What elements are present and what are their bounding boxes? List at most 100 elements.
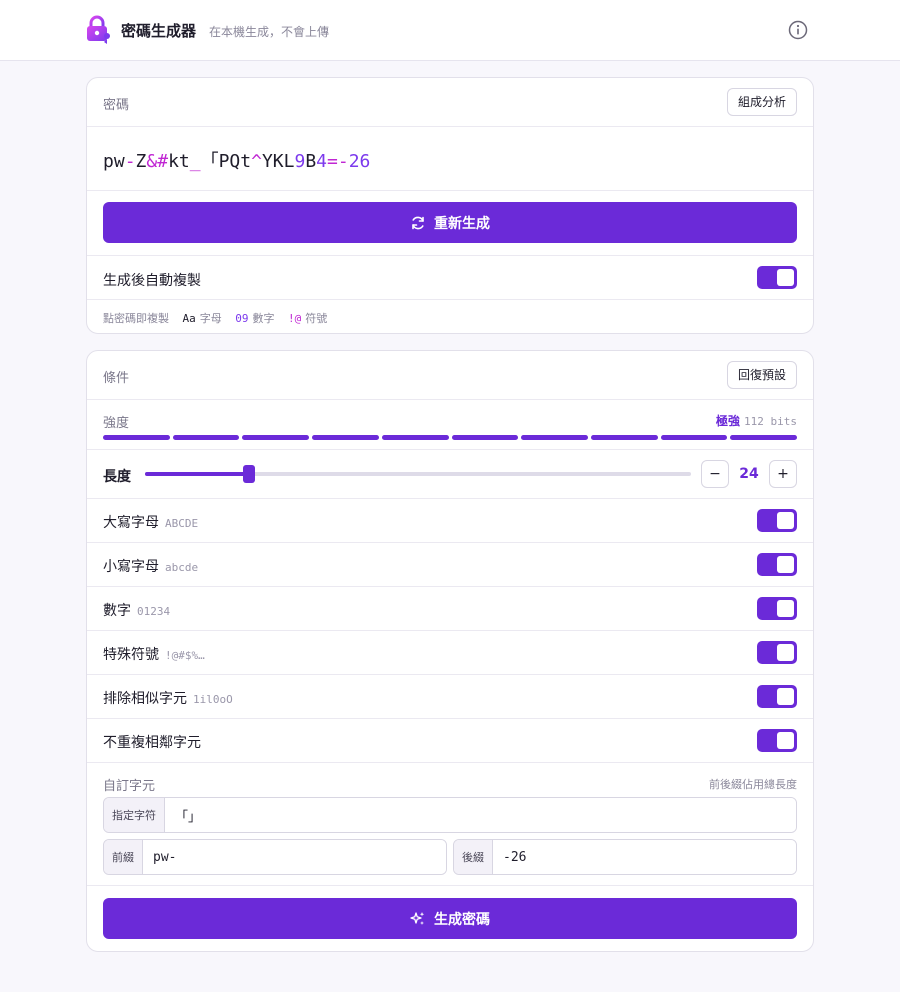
strength-segment xyxy=(590,435,658,440)
conditions-section-label: 條件 xyxy=(103,371,130,386)
suffix-field: 後綴 xyxy=(453,839,797,875)
password-segment-letter: YKL xyxy=(261,151,295,172)
length-label: 長度 xyxy=(103,469,131,485)
custom-chars-label: 自訂字元 xyxy=(103,779,156,794)
strength-value: 極強 112 bits xyxy=(716,412,797,429)
conditions-header: 條件 回復預設 xyxy=(87,351,813,400)
regenerate-button[interactable]: 重新生成 xyxy=(103,202,797,243)
length-value: 24 xyxy=(739,466,759,482)
prefix-addon: 前綴 xyxy=(104,840,143,874)
sparkles-icon xyxy=(410,911,425,925)
option-label-text: 數字 xyxy=(103,603,131,619)
app-subtitle: 在本機生成，不會上傳 xyxy=(209,25,330,39)
conditions-card: 條件 回復預設 強度 極強 112 bits 長度 − 24 + 大寫字母 ABCD… xyxy=(86,350,814,952)
length-row: 長度 − 24 + xyxy=(87,450,813,499)
option-label: 數字 01234 xyxy=(103,600,170,620)
legend: 點密碼即複製 Aa 字母 09 數字 !@ 符號 xyxy=(103,310,327,326)
password-segment-letter: Z xyxy=(135,151,147,172)
suffix-input[interactable] xyxy=(493,840,796,874)
length-slider[interactable] xyxy=(145,465,691,483)
symbols-label: 符號 xyxy=(305,312,328,325)
option-hint: 01234 xyxy=(137,605,171,618)
password-card: 密碼 組成分析 pw-Z&#kt_「PQt^YKL9B4=-26 重新生成 生成… xyxy=(86,77,814,334)
strength-row: 強度 極強 112 bits xyxy=(87,400,813,450)
app-title: 密碼生成器 xyxy=(121,22,197,40)
password-segment-sym: _ xyxy=(189,151,201,172)
strength-segment xyxy=(381,435,449,440)
password-section-label: 密碼 xyxy=(103,98,130,113)
password-display-row: pw-Z&#kt_「PQt^YKL9B4=-26 xyxy=(87,127,813,191)
password-segment-sym: &# xyxy=(146,151,169,172)
password-text[interactable]: pw-Z&#kt_「PQt^YKL9B4=-26 xyxy=(103,147,370,173)
strength-meter xyxy=(103,435,798,440)
symbols-key: !@ xyxy=(288,312,302,325)
prefix-input[interactable] xyxy=(143,840,446,874)
regenerate-label: 重新生成 xyxy=(434,215,490,232)
option-row: 數字 01234 xyxy=(87,587,813,631)
option-label: 小寫字母 abcde xyxy=(103,556,198,576)
option-toggle[interactable] xyxy=(757,553,797,576)
composition-analysis-button[interactable]: 組成分析 xyxy=(726,88,797,116)
strength-segment xyxy=(103,435,170,440)
divider xyxy=(87,885,813,886)
password-segment-letter: B xyxy=(305,151,317,172)
auto-copy-row: 生成後自動複製 xyxy=(87,255,813,300)
length-slider-thumb[interactable] xyxy=(242,465,255,483)
strength-segment xyxy=(730,435,798,440)
option-row: 排除相似字元 1il0oO xyxy=(87,675,813,719)
option-label: 大寫字母 ABCDE xyxy=(103,512,198,532)
option-label-text: 小寫字母 xyxy=(103,559,159,575)
password-segment-num: 9 xyxy=(294,151,306,172)
strength-segment xyxy=(660,435,728,440)
strength-segment xyxy=(312,435,379,440)
lock-logo-icon xyxy=(87,15,110,44)
option-toggle[interactable] xyxy=(757,597,797,620)
option-hint: !@#$%… xyxy=(165,649,205,662)
password-segment-num: 4 xyxy=(316,151,327,172)
option-toggle[interactable] xyxy=(757,509,797,532)
option-toggle[interactable] xyxy=(757,685,797,708)
auto-copy-toggle[interactable] xyxy=(757,266,797,289)
option-toggle[interactable] xyxy=(757,729,797,752)
length-decrease-button[interactable]: − xyxy=(701,460,729,488)
option-row: 不重複相鄰字元 xyxy=(87,719,813,763)
letters-label: 字母 xyxy=(199,312,222,325)
password-header: 密碼 組成分析 xyxy=(87,78,813,127)
auto-copy-label: 生成後自動複製 xyxy=(103,273,201,289)
option-toggle[interactable] xyxy=(757,641,797,664)
password-segment-sym: - xyxy=(124,151,136,172)
option-label-text: 大寫字母 xyxy=(103,515,159,531)
password-segment-sym: ^ xyxy=(251,151,262,172)
strength-segment xyxy=(521,435,588,440)
option-row: 大寫字母 ABCDE xyxy=(87,499,813,543)
length-increase-button[interactable]: + xyxy=(769,460,797,488)
option-label: 排除相似字元 1il0oO xyxy=(103,688,233,708)
refresh-icon xyxy=(412,216,424,229)
strength-segment xyxy=(242,435,310,440)
prefix-field: 前綴 xyxy=(103,839,447,875)
strength-segment xyxy=(172,435,240,440)
option-hint: abcde xyxy=(165,561,199,574)
suffix-addon: 後綴 xyxy=(454,840,493,874)
info-icon[interactable] xyxy=(787,19,809,41)
generate-password-button[interactable]: 生成密碼 xyxy=(103,898,797,939)
password-segment-letter: 「PQt xyxy=(200,151,252,172)
option-row: 特殊符號 !@#$%… xyxy=(87,631,813,675)
strength-label: 強度 xyxy=(103,416,130,431)
option-hint: ABCDE xyxy=(165,517,199,530)
password-segment-sym: =- xyxy=(327,151,349,172)
option-row: 小寫字母 abcde xyxy=(87,543,813,587)
specified-chars-field: 指定字符 xyxy=(103,797,797,833)
option-label-text: 特殊符號 xyxy=(103,647,159,663)
specified-chars-input[interactable] xyxy=(165,798,796,832)
password-segment-letter: kt xyxy=(168,151,190,172)
strength-segment xyxy=(451,435,519,440)
digits-key: 09 xyxy=(235,312,249,325)
password-segment-num: 26 xyxy=(348,151,371,172)
reset-defaults-button[interactable]: 回復預設 xyxy=(726,361,797,389)
option-label-text: 不重複相鄰字元 xyxy=(103,735,201,751)
specified-chars-addon: 指定字符 xyxy=(104,798,165,832)
letters-key: Aa xyxy=(182,312,196,325)
option-hint: 1il0oO xyxy=(193,693,233,706)
digits-label: 數字 xyxy=(252,312,275,325)
